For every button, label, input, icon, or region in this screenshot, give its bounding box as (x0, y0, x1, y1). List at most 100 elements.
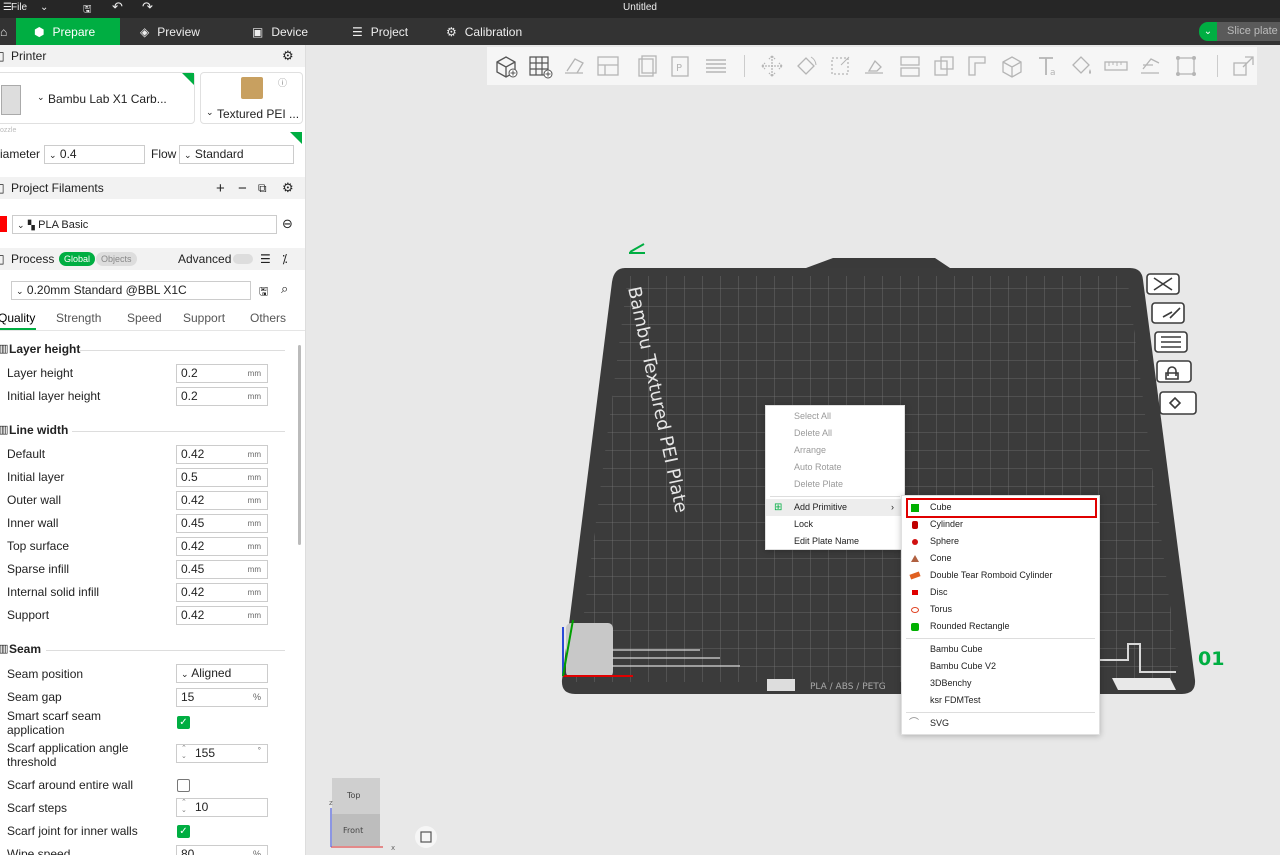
home-icon[interactable]: ⌂ (0, 18, 16, 45)
line-width-support-input[interactable]: 0.42 mm (176, 606, 268, 625)
tab-calibration[interactable]: ⚙ Calibration (436, 18, 532, 45)
rotate-icon[interactable] (793, 53, 819, 79)
layers-list-icon[interactable] (703, 53, 729, 79)
primitive-item-torus[interactable]: Torus (902, 601, 1099, 618)
split-parts-icon[interactable] (1231, 53, 1257, 79)
primitive-item-sphere[interactable]: Sphere (902, 533, 1099, 550)
layer-height-input[interactable]: 0.2 mm (176, 364, 268, 383)
camera-reset-icon[interactable] (415, 826, 437, 848)
seam-gap-input[interactable]: 15% (176, 688, 268, 707)
primitive-item-rounded-rectangle[interactable]: Rounded Rectangle (902, 618, 1099, 635)
line-width-top-input[interactable]: 0.42 mm (176, 537, 268, 556)
auto-orient-icon[interactable] (561, 53, 587, 79)
advanced-toggle[interactable] (233, 254, 253, 264)
line-width-initial-input[interactable]: 0.5 mm (176, 468, 268, 487)
slice-dropdown-toggle[interactable]: ⌄ (1199, 22, 1217, 41)
menu-item-delete-all[interactable]: Delete All (766, 425, 904, 442)
menu-item-delete-plate[interactable]: Delete Plate (766, 476, 904, 493)
text-icon[interactable]: a (1035, 53, 1061, 79)
menu-item-auto-rotate[interactable]: Auto Rotate (766, 459, 904, 476)
measure-icon[interactable] (1103, 53, 1129, 79)
arrange-icon[interactable] (595, 53, 621, 79)
menu-item-add-primitive[interactable]: ⊞ Add Primitive › (766, 499, 904, 516)
cut-icon[interactable] (897, 53, 923, 79)
support-paint-icon[interactable] (965, 53, 991, 79)
primitive-item-bambu-cube-v2[interactable]: Bambu Cube V2 (902, 658, 1099, 675)
primitive-item-svg[interactable]: ⌒ SVG (902, 715, 1099, 732)
move-icon[interactable] (759, 53, 785, 79)
info-icon[interactable]: ⓘ (278, 76, 287, 89)
plate-settings-icon[interactable] (1159, 391, 1197, 415)
global-toggle[interactable]: Global (59, 252, 96, 266)
edit-icon[interactable] (629, 243, 645, 254)
boolean-icon[interactable] (931, 53, 957, 79)
menu-item-arrange[interactable]: Arrange (766, 442, 904, 459)
settings-scrollbar[interactable] (298, 345, 301, 545)
save-icon[interactable]: 🖫 (259, 283, 268, 302)
add-object-icon[interactable] (493, 53, 519, 79)
search-icon[interactable]: ⌕ (281, 281, 288, 297)
lay-on-face-icon[interactable] (861, 53, 887, 79)
primitive-item-cylinder[interactable]: Cylinder (902, 516, 1099, 533)
line-width-sparse-input[interactable]: 0.45 mm (176, 560, 268, 579)
line-width-outer-input[interactable]: 0.42 mm (176, 491, 268, 510)
add-icon[interactable]: + (216, 180, 225, 197)
menu-item-edit-plate-name[interactable]: Edit Plate Name (766, 533, 904, 550)
tab-quality[interactable]: Quality (0, 311, 35, 325)
scarf-steps-stepper[interactable]: ⌃ ⌄ 10 (176, 798, 268, 817)
primitive-item-3dbenchy[interactable]: 3DBenchy (902, 675, 1099, 692)
filament-select[interactable]: ⌄ ▚ PLA Basic (12, 215, 277, 234)
paste-icon[interactable]: P (667, 53, 693, 79)
line-width-solid-input[interactable]: 0.42 mm (176, 583, 268, 602)
primitive-item-cube[interactable]: Cube (902, 499, 1099, 516)
copy-icon[interactable] (633, 53, 659, 79)
add-plate-icon[interactable] (527, 53, 553, 79)
compare-icon[interactable]: ⁒ (282, 252, 287, 266)
scarf-entire-checkbox[interactable] (177, 779, 190, 792)
gear-icon[interactable]: ⚙ (282, 48, 294, 64)
remove-icon[interactable]: − (238, 180, 247, 197)
scale-icon[interactable] (827, 53, 853, 79)
filament-color-swatch[interactable] (0, 216, 7, 232)
primitive-item-cone[interactable]: Cone (902, 550, 1099, 567)
tab-prepare[interactable]: ⬢ Prepare (16, 18, 120, 45)
plate-type-card[interactable]: ⓘ ⌄ Textured PEI ... (200, 72, 303, 124)
tab-project[interactable]: ☰ Project (342, 18, 418, 45)
stepper-arrows-icon[interactable]: ⌃ ⌄ (181, 745, 187, 761)
menu-item-lock[interactable]: Lock (766, 516, 904, 533)
plate-orient-icon[interactable] (1151, 302, 1185, 324)
scarf-inner-checkbox[interactable]: ✓ (177, 825, 190, 838)
primitive-item-ksr-fdmtest[interactable]: ksr FDMTest (902, 692, 1099, 709)
objects-toggle[interactable]: Objects (96, 252, 137, 266)
primitive-item-romboid[interactable]: Double Tear Romboid Cylinder (902, 567, 1099, 584)
tab-others[interactable]: Others (250, 311, 286, 325)
tab-support[interactable]: Support (183, 311, 225, 325)
tab-preview[interactable]: ◈ Preview (130, 18, 210, 45)
tab-device[interactable]: ▣ Device (242, 18, 318, 45)
printer-card[interactable]: ⌄ Bambu Lab X1 Carb... (0, 72, 195, 124)
scarf-angle-stepper[interactable]: ⌃ ⌄ 155 ° (176, 744, 268, 763)
tab-strength[interactable]: Strength (56, 311, 101, 325)
fit-view-icon[interactable] (1173, 53, 1199, 79)
line-width-inner-input[interactable]: 0.45 mm (176, 514, 268, 533)
seam-position-select[interactable]: ⌄ Aligned (176, 664, 268, 683)
primitive-item-bambu-cube[interactable]: Bambu Cube (902, 641, 1099, 658)
slice-plate-button[interactable]: Slice plate (1217, 22, 1280, 41)
seam-paint-icon[interactable] (999, 53, 1025, 79)
line-width-default-input[interactable]: 0.42 mm (176, 445, 268, 464)
more-icon[interactable]: ⊖ (282, 216, 293, 232)
assembly-icon[interactable] (1137, 53, 1163, 79)
tab-speed[interactable]: Speed (127, 311, 162, 325)
sync-icon[interactable]: ⧉ (258, 181, 267, 196)
initial-layer-height-input[interactable]: 0.2 mm (176, 387, 268, 406)
flow-select[interactable]: ⌄ Standard (179, 145, 294, 164)
gear-icon[interactable]: ⚙ (282, 180, 294, 196)
wipe-speed-input[interactable]: 80% (176, 845, 268, 855)
smart-scarf-checkbox[interactable]: ✓ (177, 716, 190, 729)
process-preset-select[interactable]: ⌄ 0.20mm Standard @BBL X1C (11, 281, 251, 300)
primitive-item-disc[interactable]: Disc (902, 584, 1099, 601)
paint-icon[interactable] (1069, 53, 1095, 79)
menu-item-select-all[interactable]: Select All (766, 408, 904, 425)
stepper-arrows-icon[interactable]: ⌃ ⌄ (181, 799, 187, 815)
list-icon[interactable]: ☰ (260, 252, 271, 266)
